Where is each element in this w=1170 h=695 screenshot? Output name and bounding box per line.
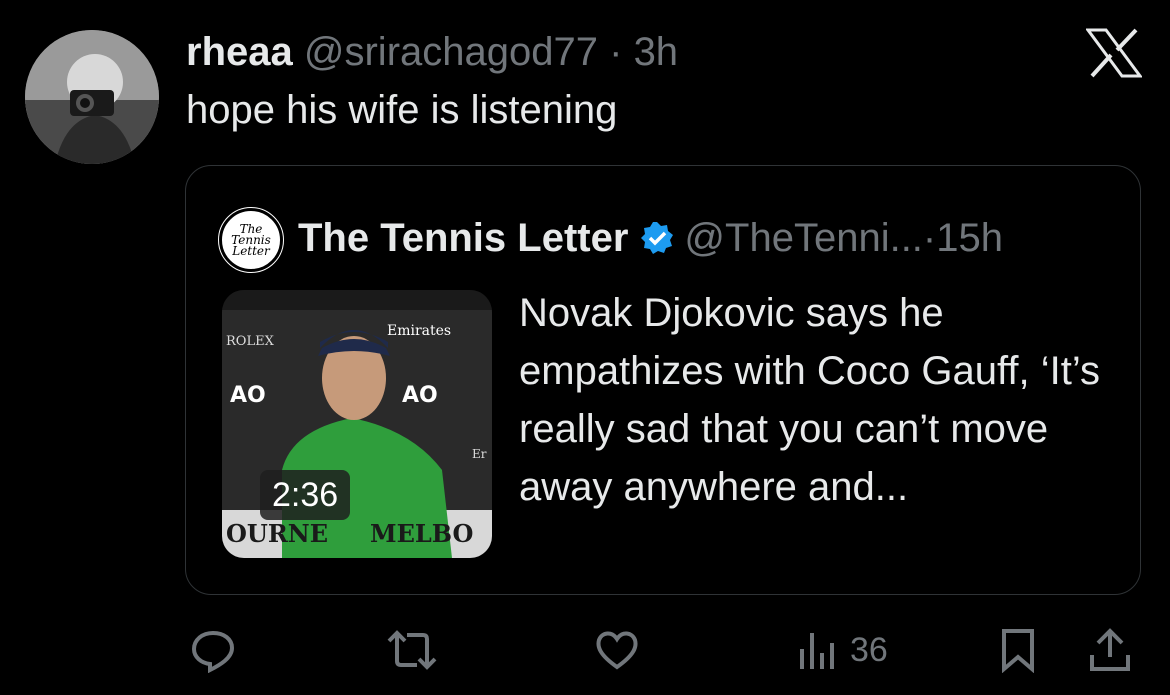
views-count: 36 — [850, 630, 888, 669]
user-avatar[interactable] — [25, 30, 159, 164]
tweet-header: rheaa @srirachagod77 · 3h — [186, 26, 678, 78]
video-duration-badge: 2:36 — [260, 470, 351, 520]
quoted-handle[interactable]: @TheTenni... — [684, 210, 923, 266]
signage-rolex: ROLEX — [226, 334, 275, 349]
quoted-author-avatar[interactable]: The Tennis Letter — [218, 207, 284, 273]
bookmark-button[interactable] — [1000, 620, 1036, 680]
retweet-icon — [387, 630, 437, 670]
tweet-text: hope his wife is listening — [186, 88, 618, 132]
retweet-button[interactable] — [385, 620, 439, 680]
reply-button[interactable] — [190, 620, 236, 680]
like-icon — [596, 631, 638, 670]
quoted-time[interactable]: 15h — [936, 210, 1003, 266]
signage-ao-2: AO — [402, 383, 438, 408]
signage-er: Er — [472, 447, 487, 461]
tweet-time[interactable]: 3h — [634, 30, 679, 74]
bookmark-icon — [1002, 629, 1034, 673]
x-logo-icon — [1085, 28, 1143, 78]
quoted-avatar-logo-text: The Tennis Letter — [231, 221, 271, 258]
signage-emirates: Emirates — [387, 323, 451, 339]
quoted-meta-separator: · — [922, 216, 937, 260]
signage-melbo: MELBO — [370, 519, 473, 548]
quoted-tweet-text: Novak Djokovic says he empathizes with C… — [519, 291, 1101, 509]
verified-badge-icon — [641, 222, 674, 254]
views-icon — [800, 633, 834, 669]
signage-ao-1: AO — [230, 383, 266, 408]
share-icon — [1090, 628, 1130, 671]
quoted-header: The Tennis Letter @TheTenni... · 15h — [298, 210, 1003, 266]
share-button[interactable] — [1088, 620, 1132, 680]
like-button[interactable] — [594, 620, 640, 680]
author-handle[interactable]: @srirachagod77 — [304, 30, 598, 74]
author-display-name[interactable]: rheaa — [186, 30, 293, 74]
quoted-tweet-card[interactable]: The Tennis Letter The Tennis Letter @The… — [185, 165, 1141, 595]
reply-icon — [191, 630, 235, 673]
views-button[interactable]: 36 — [798, 620, 888, 680]
quoted-display-name[interactable]: The Tennis Letter — [298, 210, 628, 266]
meta-separator: · — [609, 30, 623, 74]
video-thumbnail[interactable]: ROLEX AO AO Emirates Er OURNE MELBO 2:36 — [222, 290, 492, 558]
action-bar: 36 — [0, 620, 1170, 680]
signage-ourne: OURNE — [226, 519, 328, 548]
